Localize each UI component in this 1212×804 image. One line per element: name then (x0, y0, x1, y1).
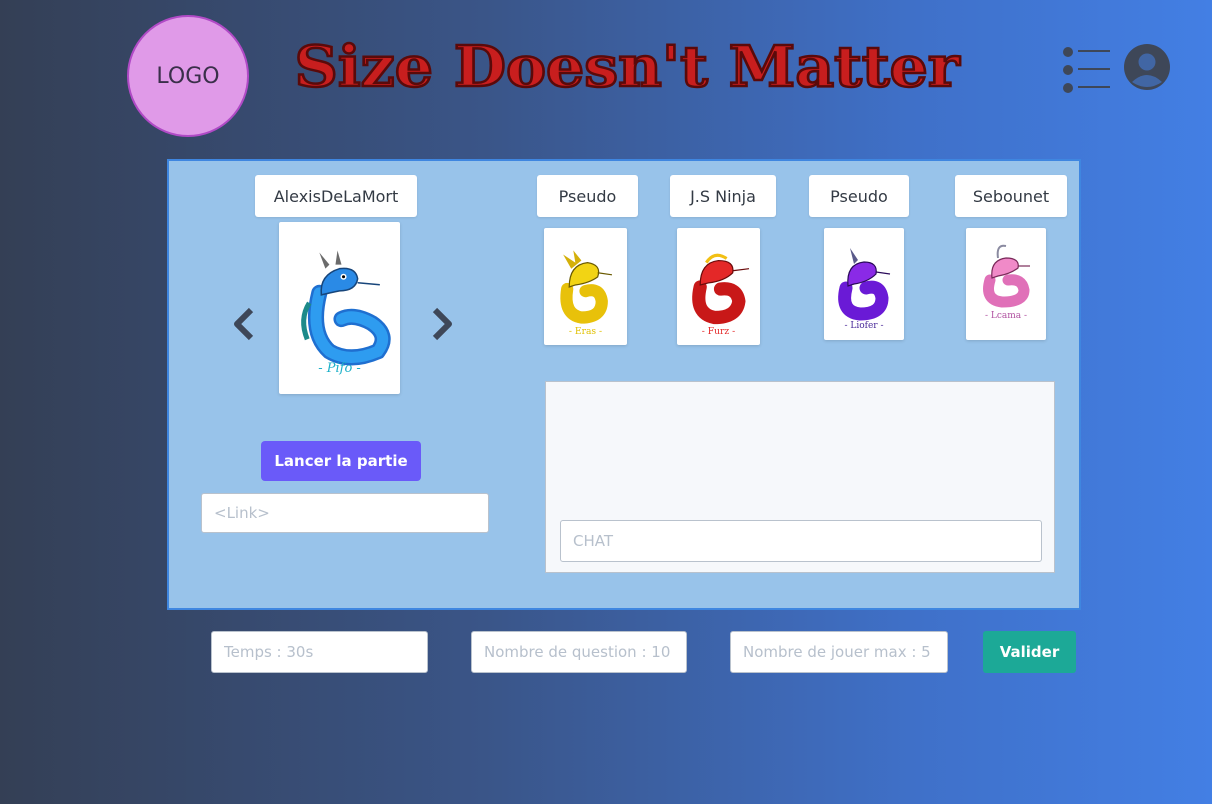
player-avatar-caption: - Lcama - (985, 311, 1027, 321)
player-name-tag: J.S Ninja (670, 175, 776, 217)
max-players-field[interactable] (730, 631, 948, 673)
dragon-avatar-yellow: - Eras - (560, 250, 613, 337)
player-avatar-caption: - Furz - (702, 327, 735, 337)
chat-input[interactable] (560, 520, 1042, 562)
player-avatar-card: - Lcama - (966, 228, 1046, 340)
page-title-text: Size Doesn't Matter (295, 34, 962, 100)
player-name: J.S Ninja (690, 186, 756, 206)
dragon-avatar-red: - Furz - (692, 253, 750, 337)
player-avatar-caption: - Eras - (569, 327, 602, 337)
player-avatar-caption: - Liofer - (844, 321, 883, 331)
player-name-tag: Pseudo (809, 175, 909, 217)
player-name: Pseudo (830, 186, 888, 206)
chevron-left-icon[interactable] (231, 307, 257, 341)
chevron-right-icon[interactable] (429, 307, 455, 341)
logo: LOGO (127, 15, 249, 137)
player-name: Pseudo (558, 186, 617, 206)
page-title: Size Doesn't Matter (290, 30, 965, 105)
time-field[interactable] (211, 631, 428, 673)
menu-list-icon[interactable] (1062, 46, 1110, 94)
player-name-tag: Sebounet (955, 175, 1067, 217)
chat-box (545, 381, 1055, 573)
host-name-tag: AlexisDeLaMort (255, 175, 417, 217)
player-name: Sebounet (972, 186, 1050, 206)
player-name-tag: Pseudo (537, 175, 638, 217)
player-avatar-card: - Furz - (677, 228, 760, 345)
user-account-icon[interactable] (1124, 44, 1170, 90)
dragon-avatar-pink: - Lcama - (983, 244, 1030, 321)
invite-link-field[interactable] (201, 493, 489, 533)
host-avatar-caption: - Pifo - (318, 361, 361, 376)
question-count-field[interactable] (471, 631, 687, 673)
validate-button[interactable]: Valider (983, 631, 1076, 673)
launch-game-button[interactable]: Lancer la partie (261, 441, 421, 481)
dragon-avatar-purple: - Liofer - (838, 248, 891, 331)
host-name: AlexisDeLaMort (273, 186, 399, 206)
lobby-panel: AlexisDeLaMort - Pifo - Lancer la partie… (167, 159, 1081, 610)
player-avatar-card: - Eras - (544, 228, 627, 345)
logo-text: LOGO (156, 63, 220, 89)
player-avatar-card: - Liofer - (824, 228, 904, 340)
